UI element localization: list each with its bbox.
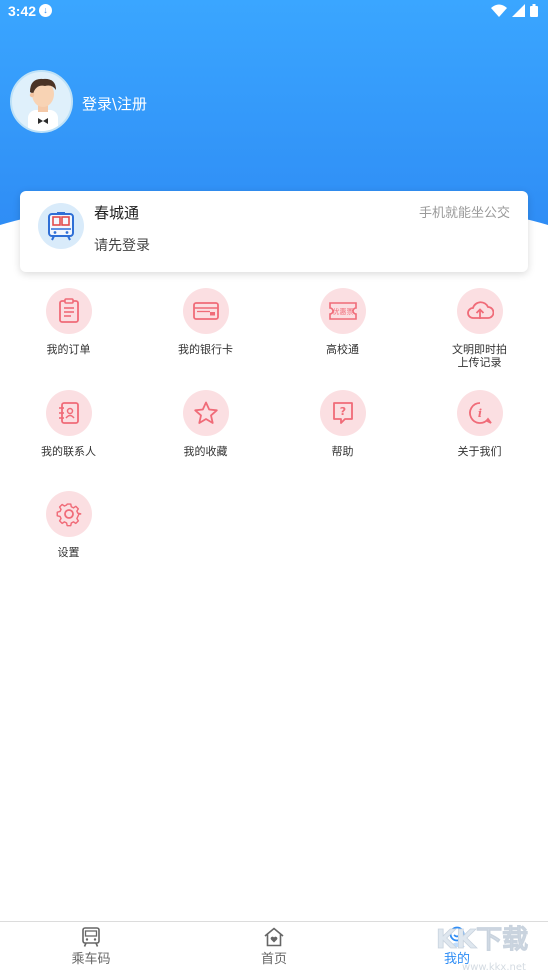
menu-item-campus[interactable]: 优惠票 高校通 bbox=[274, 288, 411, 356]
menu-label: 文明即时拍 bbox=[452, 343, 507, 356]
cloud-upload-icon bbox=[466, 301, 494, 319]
home-icon bbox=[264, 927, 284, 947]
menu-icon-bg bbox=[182, 390, 229, 436]
menu-label: 设置 bbox=[57, 546, 80, 559]
menu-item-help[interactable]: ? 帮助 bbox=[274, 390, 411, 458]
menu-item-favorites[interactable]: 我的收藏 bbox=[137, 390, 274, 458]
card-slogan: 手机就能坐公交 bbox=[418, 206, 510, 221]
battery-icon bbox=[530, 4, 538, 17]
bus-icon bbox=[48, 212, 74, 241]
tab-ride-code[interactable]: 乘车码 bbox=[0, 922, 182, 974]
menu-icon-bg: i bbox=[456, 390, 503, 436]
bus-icon bbox=[82, 927, 100, 947]
menu-icon-bg bbox=[182, 288, 229, 334]
tab-home[interactable]: 首页 bbox=[183, 922, 365, 974]
menu-item-contacts[interactable]: 我的联系人 bbox=[0, 390, 137, 458]
info-icon: i bbox=[468, 402, 492, 424]
menu-item-settings[interactable]: 设置 bbox=[0, 491, 137, 559]
menu-icon-bg: ? bbox=[319, 390, 366, 436]
download-icon: ↓ bbox=[39, 4, 52, 17]
help-icon: ? bbox=[332, 402, 353, 424]
login-register-link[interactable]: 登录\注册 bbox=[82, 93, 147, 114]
menu-label-line2: 上传记录 bbox=[457, 356, 502, 369]
menu-icon-bg bbox=[456, 288, 503, 334]
gear-icon bbox=[56, 503, 81, 527]
menu-item-about[interactable]: i 关于我们 bbox=[411, 390, 548, 458]
menu-item-civility-upload[interactable]: 文明即时拍 上传记录 bbox=[411, 288, 548, 369]
contacts-icon bbox=[58, 402, 79, 424]
watermark-text: KK下载 bbox=[436, 925, 528, 955]
coupon-badge-text: 优惠票 bbox=[332, 307, 353, 316]
watermark-logo: KK下载 www.kkx.net bbox=[422, 916, 542, 974]
menu-label: 高校通 bbox=[326, 343, 359, 356]
card-login-prompt[interactable]: 请先登录 bbox=[94, 235, 150, 255]
menu-item-bank-card[interactable]: 我的银行卡 bbox=[137, 288, 274, 356]
menu-label: 关于我们 bbox=[457, 445, 502, 458]
order-icon bbox=[58, 298, 79, 323]
tab-label: 乘车码 bbox=[71, 952, 111, 967]
menu-item-orders[interactable]: 我的订单 bbox=[0, 288, 137, 356]
menu-icon-bg bbox=[45, 491, 92, 537]
menu-label: 我的收藏 bbox=[183, 445, 228, 458]
menu-label-multiline: 文明即时拍 上传记录 bbox=[411, 343, 548, 369]
avatar[interactable] bbox=[10, 70, 73, 133]
star-icon bbox=[193, 401, 218, 424]
watermark-url: www.kkx.net bbox=[462, 962, 526, 973]
menu-icon-bg bbox=[45, 288, 92, 334]
menu-label: 帮助 bbox=[331, 445, 354, 458]
status-bar: 3:42 ↓ bbox=[0, 0, 548, 22]
status-time: 3:42 bbox=[8, 3, 37, 19]
bank-card-icon bbox=[192, 302, 219, 320]
menu-label: 我的银行卡 bbox=[178, 343, 233, 356]
card-icon-wrapper bbox=[38, 203, 84, 249]
menu-icon-bg bbox=[45, 390, 92, 436]
svg-text:i: i bbox=[477, 407, 481, 420]
menu-label: 我的联系人 bbox=[41, 445, 96, 458]
menu-label: 我的订单 bbox=[46, 343, 91, 356]
chuncheng-card[interactable]: 春城通 手机就能坐公交 请先登录 bbox=[20, 191, 528, 272]
signal-icon bbox=[512, 4, 525, 17]
menu-icon-bg: 优惠票 bbox=[319, 288, 366, 334]
card-title: 春城通 bbox=[94, 204, 140, 222]
coupon-icon: 优惠票 bbox=[328, 302, 357, 320]
wifi-icon bbox=[491, 4, 507, 17]
tab-label: 首页 bbox=[260, 952, 287, 967]
svg-text:?: ? bbox=[339, 405, 345, 418]
user-avatar-icon bbox=[28, 78, 58, 131]
